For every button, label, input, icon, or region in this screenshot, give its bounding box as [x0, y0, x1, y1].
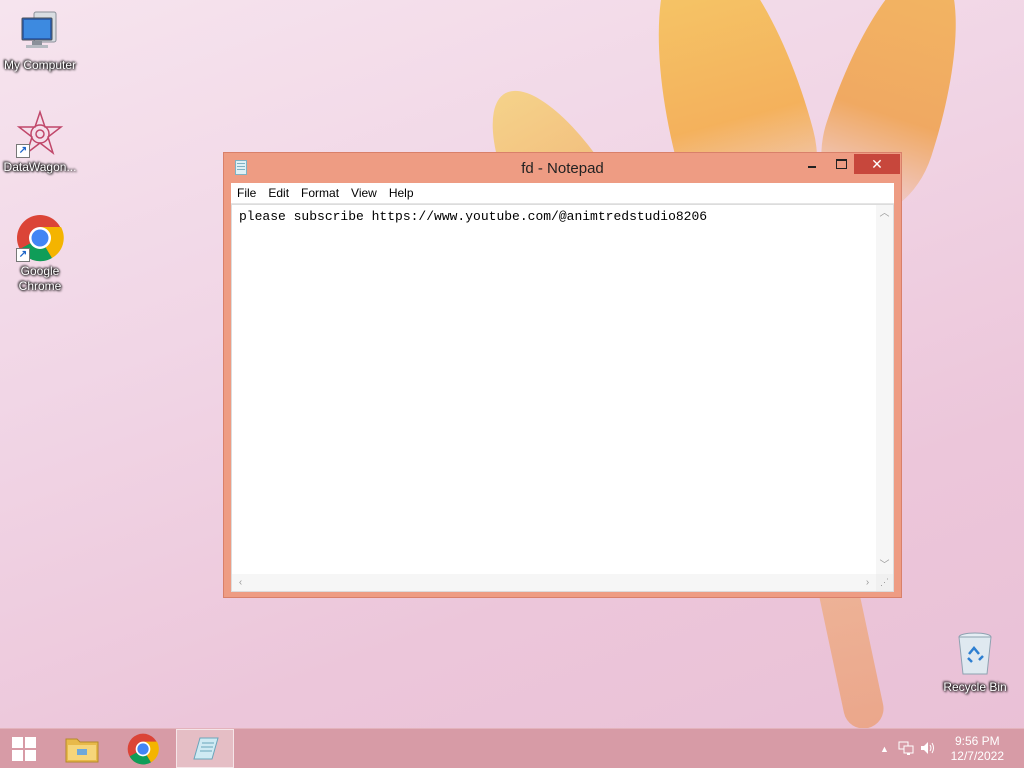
- scroll-right-icon[interactable]: ›: [859, 574, 876, 591]
- minimize-icon: [808, 166, 816, 168]
- desktop-icon-datawagon[interactable]: ↗ DataWagon...: [0, 109, 80, 175]
- windows-icon: [12, 737, 36, 761]
- desktop-icon-label: My Computer: [3, 58, 77, 72]
- folder-icon: [65, 735, 99, 768]
- menu-edit[interactable]: Edit: [262, 183, 295, 203]
- menu-help[interactable]: Help: [383, 183, 420, 203]
- computer-icon: [16, 8, 64, 56]
- taskbar-notepad[interactable]: [176, 729, 234, 768]
- maximize-icon: [836, 159, 847, 169]
- desktop-icon-label: DataWagon...: [3, 160, 77, 174]
- resize-grip-icon[interactable]: ⋰: [876, 574, 893, 591]
- menu-file[interactable]: File: [231, 183, 262, 203]
- taskbar-chrome[interactable]: [118, 729, 168, 768]
- volume-icon[interactable]: [920, 741, 936, 758]
- notepad-window[interactable]: fd - Notepad ✕ File Edit Format View Help pl…: [223, 152, 902, 598]
- desktop-icon-google-chrome[interactable]: ↗ Google Chrome: [0, 214, 80, 294]
- vertical-scrollbar[interactable]: ︿ ﹀: [876, 205, 893, 574]
- datawagon-icon: ↗: [16, 109, 64, 158]
- scroll-down-icon[interactable]: ﹀: [876, 557, 893, 574]
- show-hidden-icon[interactable]: ▲: [880, 744, 889, 754]
- text-editor[interactable]: please subscribe https://www.youtube.com…: [231, 204, 894, 592]
- network-icon[interactable]: [898, 741, 914, 758]
- recycle-bin-icon: [951, 630, 999, 678]
- window-titlebar[interactable]: fd - Notepad ✕: [224, 153, 901, 183]
- close-icon: ✕: [871, 156, 883, 172]
- shortcut-arrow-icon: ↗: [16, 144, 30, 158]
- menu-view[interactable]: View: [345, 183, 383, 203]
- desktop: My Computer ↗ DataWagon... ↗ Google Chro…: [0, 0, 1024, 768]
- chrome-icon: ↗: [16, 214, 64, 262]
- chrome-icon: [127, 733, 159, 768]
- desktop-icon-my-computer[interactable]: My Computer: [0, 8, 80, 73]
- maximize-button[interactable]: [827, 154, 854, 174]
- shortcut-arrow-icon: ↗: [16, 248, 30, 262]
- system-tray: ▲ 9:56 PM 12/7/2022: [874, 729, 1024, 768]
- menu-bar: File Edit Format View Help: [231, 183, 894, 204]
- taskbar-file-explorer[interactable]: [57, 729, 107, 768]
- taskbar: ▲ 9:56 PM 12/7/2022: [0, 728, 1024, 768]
- close-button[interactable]: ✕: [854, 154, 900, 174]
- notepad-icon: [190, 735, 220, 768]
- horizontal-scrollbar[interactable]: ‹ ›: [232, 574, 876, 591]
- clock-time: 9:56 PM: [954, 734, 1000, 748]
- scroll-left-icon[interactable]: ‹: [232, 574, 249, 591]
- menu-format[interactable]: Format: [295, 183, 345, 203]
- desktop-icon-label: Google Chrome: [18, 264, 62, 293]
- minimize-button[interactable]: [798, 154, 826, 174]
- clock[interactable]: 9:56 PM 12/7/2022: [951, 734, 1004, 764]
- editor-content[interactable]: please subscribe https://www.youtube.com…: [239, 209, 707, 224]
- scroll-up-icon[interactable]: ︿: [876, 205, 893, 222]
- desktop-icon-recycle-bin[interactable]: Recycle Bin: [935, 630, 1015, 695]
- clock-date: 12/7/2022: [950, 749, 1004, 763]
- start-button[interactable]: [0, 729, 50, 768]
- desktop-icon-label: Recycle Bin: [943, 680, 1007, 694]
